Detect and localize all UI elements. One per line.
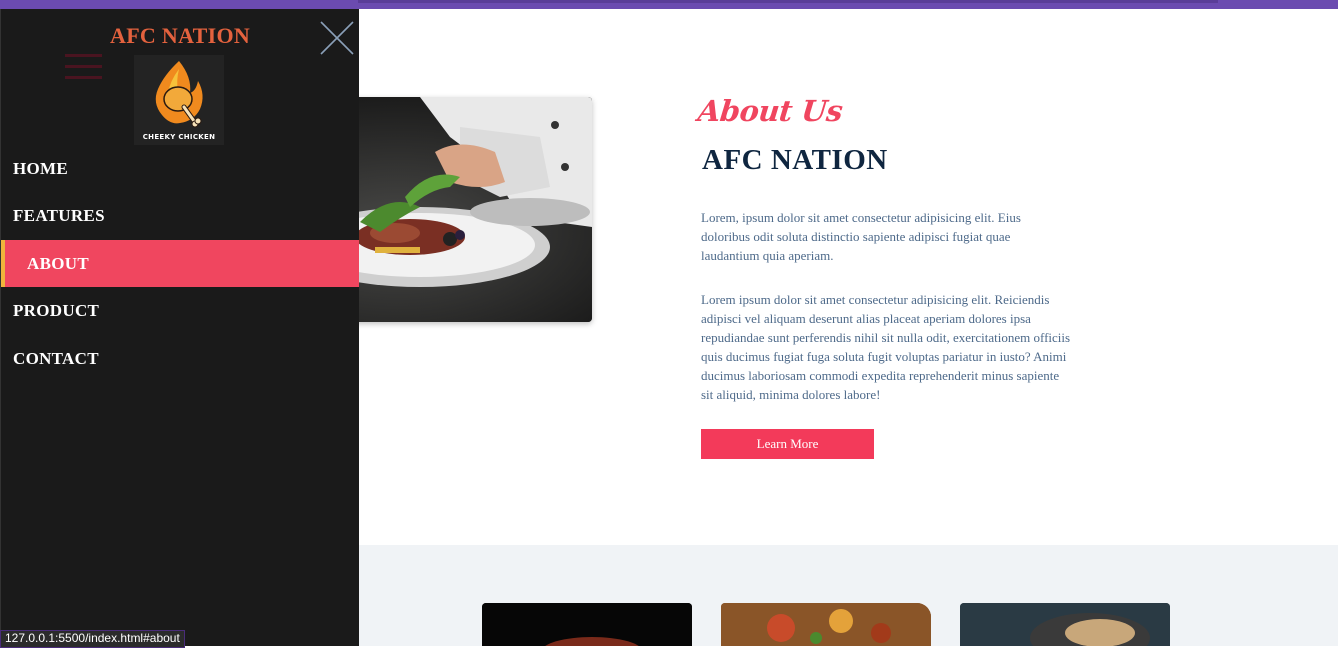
top-accent-bar (0, 0, 1338, 9)
nav-item-home[interactable]: HOME (1, 145, 359, 192)
nav-label: HOME (13, 159, 69, 178)
nav-item-about[interactable]: ABOUT (1, 240, 359, 287)
nav-label: PRODUCT (13, 301, 100, 320)
about-title: AFC NATION (702, 144, 888, 176)
about-paragraph-2: Lorem ipsum dolor sit amet consectetur a… (701, 292, 1071, 402)
browser-status-url: 127.0.0.1:5500/index.html#about (0, 630, 185, 648)
sidebar-menu: AFC NATION CHEEKY CHICKEN HOME FEATURES … (0, 9, 359, 646)
food-photo-1 (482, 603, 692, 646)
nav-item-contact[interactable]: CONTACT (1, 335, 359, 382)
close-icon[interactable] (319, 20, 355, 56)
gallery-card-3[interactable] (960, 603, 1170, 646)
learn-more-button[interactable]: Learn More (701, 429, 874, 459)
nav-label: ABOUT (27, 254, 89, 273)
food-photo-3 (960, 603, 1170, 646)
logo-text: CHEEKY CHICKEN (142, 133, 216, 141)
about-paragraph-1: Lorem, ipsum dolor sit amet consectetur … (701, 210, 1021, 263)
top-accent-shade (358, 0, 1218, 3)
nav-item-product[interactable]: PRODUCT (1, 287, 359, 334)
nav-label: CONTACT (13, 349, 99, 368)
hamburger-icon[interactable] (65, 54, 102, 82)
flame-drumstick-icon (155, 61, 203, 128)
food-photo-2 (721, 603, 931, 646)
logo[interactable]: CHEEKY CHICKEN (134, 55, 224, 145)
nav-label: FEATURES (13, 206, 105, 225)
brand-name: AFC NATION (110, 23, 251, 48)
gallery-card-1[interactable] (482, 603, 692, 646)
gallery-card-2[interactable] (721, 603, 931, 646)
nav-item-features[interactable]: FEATURES (1, 192, 359, 239)
about-script-heading: About Us (696, 94, 845, 128)
